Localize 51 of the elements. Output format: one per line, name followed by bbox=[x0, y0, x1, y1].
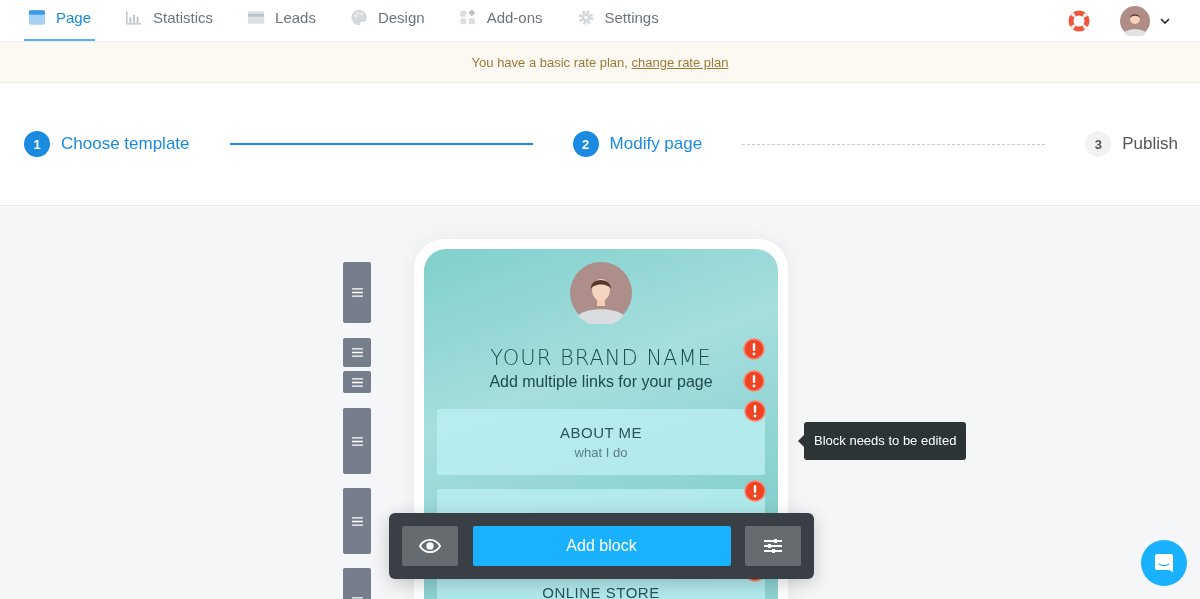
help-icon[interactable] bbox=[1068, 9, 1090, 32]
blocks-icon bbox=[458, 9, 477, 26]
drag-handle[interactable] bbox=[343, 371, 371, 393]
menu-icon bbox=[351, 436, 363, 446]
chat-button[interactable] bbox=[1141, 540, 1187, 586]
menu-icon bbox=[351, 377, 363, 387]
bar-chart-icon bbox=[125, 9, 144, 26]
nav-tab[interactable]: Design bbox=[345, 0, 429, 41]
drag-handle[interactable] bbox=[343, 488, 371, 554]
rate-plan-notice: You have a basic rate plan, change rate plan bbox=[471, 54, 729, 70]
palette-icon bbox=[349, 9, 368, 26]
menu-icon bbox=[351, 348, 363, 357]
step-number: 2 bbox=[572, 131, 599, 157]
step-label: Publish bbox=[1122, 134, 1178, 154]
nav-tab[interactable]: Leads bbox=[243, 0, 320, 41]
profile-avatar bbox=[570, 262, 632, 324]
warning-icon[interactable] bbox=[744, 480, 766, 502]
sliders-icon bbox=[762, 538, 784, 554]
tooltip: Block needs to be edited bbox=[804, 422, 967, 460]
nav-tab[interactable]: Add-ons bbox=[454, 0, 547, 41]
warning-icon[interactable] bbox=[743, 338, 765, 360]
preview-button[interactable] bbox=[402, 526, 458, 566]
change-rate-plan-link[interactable]: change rate plan bbox=[631, 54, 729, 70]
window-icon bbox=[28, 9, 46, 26]
chat-icon bbox=[1154, 553, 1174, 573]
menu-icon bbox=[351, 516, 363, 526]
nav-tab[interactable]: Settings bbox=[572, 0, 663, 41]
step-number: 3 bbox=[1085, 131, 1112, 157]
tooltip-pointer bbox=[798, 435, 804, 447]
menu-icon bbox=[351, 288, 363, 297]
warning-icon[interactable] bbox=[743, 370, 765, 393]
link-block[interactable]: ABOUT ME what I do bbox=[437, 409, 765, 475]
link-subtitle: what I do bbox=[574, 445, 628, 460]
chevron-down-icon[interactable] bbox=[1160, 17, 1170, 24]
settings-icon bbox=[576, 9, 595, 26]
step-label: Modify page bbox=[609, 134, 703, 154]
link-title: ABOUT ME bbox=[559, 424, 643, 441]
nav-tab[interactable]: Statistics bbox=[121, 0, 218, 41]
step-number: 1 bbox=[24, 131, 50, 157]
page-subtitle: Add multiple links for your page bbox=[489, 373, 713, 392]
user-avatar[interactable] bbox=[1120, 5, 1150, 36]
warning-icon[interactable] bbox=[744, 400, 766, 422]
brand-name: YOUR BRAND NAME bbox=[490, 346, 712, 371]
eye-icon bbox=[419, 538, 441, 554]
drag-handle[interactable] bbox=[343, 338, 371, 367]
link-title: ONLINE STORE bbox=[542, 584, 660, 599]
step-label: Choose template bbox=[61, 134, 190, 154]
drag-handle[interactable] bbox=[343, 408, 371, 474]
settings-button[interactable] bbox=[745, 526, 801, 566]
drag-handle[interactable] bbox=[343, 262, 371, 323]
card-icon bbox=[247, 9, 266, 26]
